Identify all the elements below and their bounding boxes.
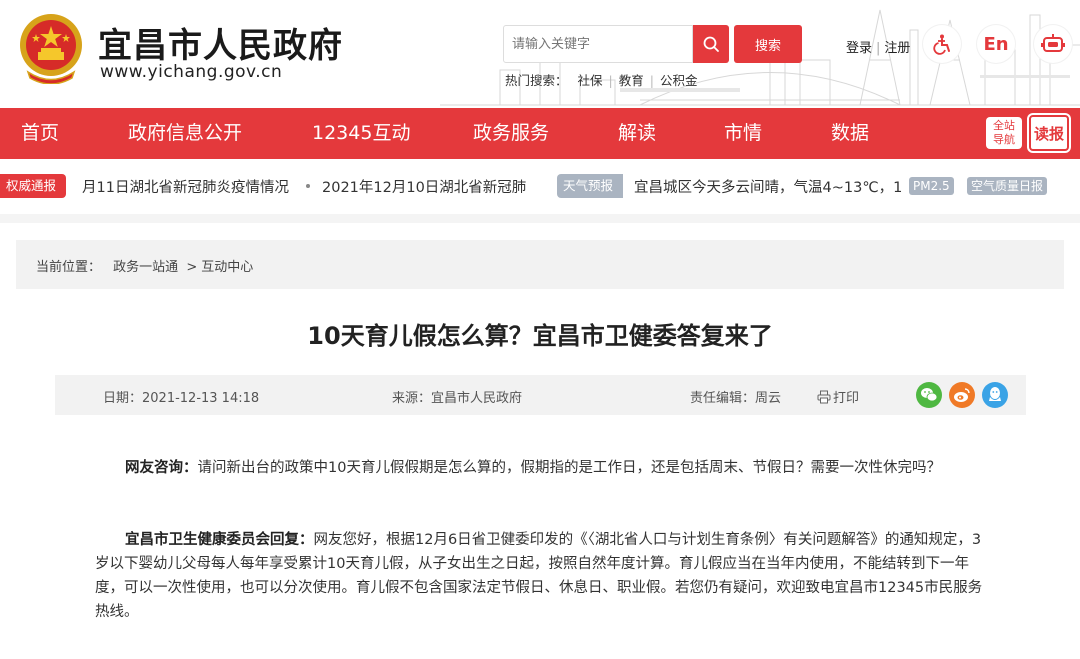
- hot-search-item[interactable]: 公积金: [660, 70, 698, 89]
- site-url[interactable]: www.yichang.gov.cn: [100, 62, 282, 82]
- pm25-badge[interactable]: PM2.5: [909, 177, 954, 195]
- search-icon-button[interactable]: [693, 25, 729, 63]
- weibo-icon: [954, 388, 970, 402]
- search-input[interactable]: [503, 25, 693, 63]
- search-icon: [703, 36, 719, 52]
- qq-icon: [989, 387, 1001, 401]
- breadcrumb-label: 当前位置：: [36, 260, 102, 275]
- accessibility-button[interactable]: [923, 25, 961, 63]
- divider: |: [876, 41, 881, 56]
- nav-item-12345[interactable]: 12345互动: [312, 108, 410, 159]
- english-button[interactable]: En: [977, 25, 1015, 63]
- article-date: 日期：2021-12-13 14:18: [103, 391, 260, 406]
- search-button[interactable]: 搜索: [734, 25, 802, 63]
- share-weibo-button[interactable]: [949, 382, 975, 408]
- printer-icon: [817, 390, 831, 403]
- hot-search-item[interactable]: 社保: [578, 70, 603, 89]
- breadcrumb-separator: >: [186, 260, 198, 275]
- hot-search: 热门搜索： 社保 | 教育 | 公积金: [505, 70, 697, 89]
- breadcrumb-link[interactable]: 互动中心: [201, 260, 253, 275]
- ticker-item[interactable]: 月11日湖北省新冠肺炎疫情情况: [82, 176, 295, 197]
- bullet-icon: [306, 184, 310, 188]
- robot-icon: [1041, 34, 1065, 52]
- site-guide-label: 全站: [993, 119, 1015, 132]
- national-emblem-icon: [20, 14, 82, 84]
- question-paragraph: 网友咨询：请问新出台的政策中10天育儿假假期是怎么算的，假期指的是工作日，还是包…: [95, 456, 985, 480]
- article-title: 10天育儿假怎么算？宜昌市卫健委答复来了: [307, 322, 773, 350]
- register-link[interactable]: 注册: [884, 41, 910, 56]
- share-wechat-button[interactable]: [916, 382, 942, 408]
- nav-item-interpretation[interactable]: 解读: [618, 108, 656, 159]
- nav-item-city-info[interactable]: 市情: [724, 108, 762, 159]
- print-button[interactable]: 打印: [817, 387, 859, 406]
- news-ticker: 权威通报 月11日湖北省新冠肺炎疫情情况 2021年12月10日湖北省新冠肺 天…: [0, 159, 1080, 214]
- share-qq-button[interactable]: [982, 382, 1008, 408]
- site-guide-button[interactable]: 全站 导航: [986, 117, 1022, 149]
- ticker-item[interactable]: 2021年12月10日湖北省新冠肺: [322, 176, 528, 197]
- breadcrumb-link[interactable]: 政务一站通: [113, 260, 178, 275]
- divider: |: [608, 73, 613, 88]
- login-link[interactable]: 登录: [846, 41, 872, 56]
- nav-item-home[interactable]: 首页: [21, 108, 59, 159]
- nav-item-services[interactable]: 政务服务: [473, 108, 549, 159]
- article-container: 当前位置： 政务一站通 > 互动中心 10天育儿假怎么算？宜昌市卫健委答复来了 日…: [0, 223, 1080, 659]
- nav-item-gov-info[interactable]: 政府信息公开: [128, 108, 242, 159]
- answer-label: 宜昌市卫生健康委员会回复：: [125, 532, 314, 548]
- breadcrumb-bar: 当前位置： 政务一站通 > 互动中心: [16, 240, 1064, 289]
- weather-tag: 天气预报: [557, 174, 623, 198]
- hot-search-label: 热门搜索：: [505, 73, 568, 88]
- divider: |: [649, 73, 654, 88]
- weather-text: 宜昌城区今天多云间晴，气温4~13℃，1: [634, 180, 902, 196]
- authority-bulletin-tag: 权威通报: [0, 174, 66, 198]
- breadcrumb: 当前位置： 政务一站通 > 互动中心: [36, 256, 253, 275]
- read-newspaper-button[interactable]: 读报: [1029, 115, 1069, 151]
- wechat-icon: [921, 388, 938, 402]
- account-links: 登录 | 注册: [846, 37, 910, 56]
- site-title[interactable]: 宜昌市人民政府: [98, 18, 343, 67]
- hot-search-item[interactable]: 教育: [619, 70, 644, 89]
- site-guide-label: 导航: [993, 133, 1015, 146]
- question-label: 网友咨询：: [125, 460, 198, 476]
- answer-paragraph: 宜昌市卫生健康委员会回复：网友您好，根据12月6日省卫健委印发的《〈湖北省人口与…: [95, 528, 985, 624]
- article-meta-bar: 日期：2021-12-13 14:18 来源：宜昌市人民政府 责任编辑：周云 打…: [55, 375, 1026, 415]
- article-editor: 责任编辑：周云: [690, 391, 782, 406]
- robot-assistant-button[interactable]: [1034, 25, 1072, 63]
- accessibility-icon: [933, 34, 950, 55]
- nav-item-data[interactable]: 数据: [831, 108, 869, 159]
- question-text: 请问新出台的政策中10天育儿假假期是怎么算的，假期指的是工作日，还是包括周末、节…: [197, 460, 941, 476]
- site-header: 宜昌市人民政府 www.yichang.gov.cn 搜索 热门搜索： 社保 | 教…: [0, 0, 1080, 108]
- air-quality-badge[interactable]: 空气质量日报: [967, 177, 1048, 195]
- article-source: 来源：宜昌市人民政府: [392, 391, 523, 406]
- print-label: 打印: [833, 391, 860, 406]
- main-nav: 首页 政府信息公开 12345互动 政务服务 解读 市情 数据: [0, 108, 1080, 159]
